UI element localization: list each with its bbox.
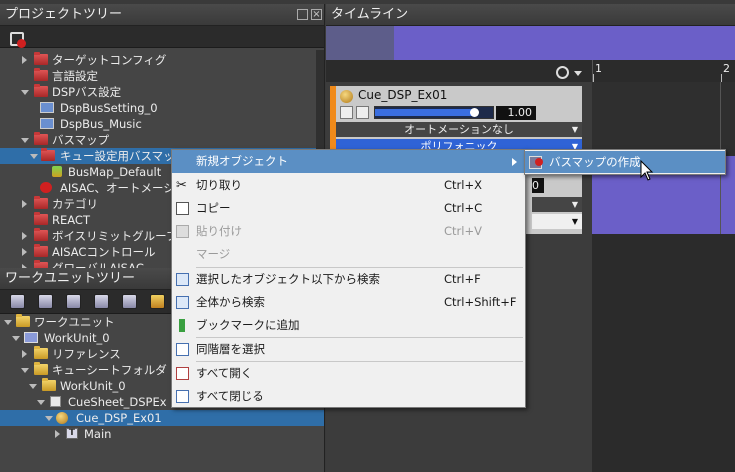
menu-item-expand-all[interactable]: すべて開く <box>172 362 525 385</box>
search-icon <box>176 296 189 309</box>
folder-icon <box>42 378 56 391</box>
collapse-all-icon <box>176 390 189 403</box>
menu-item-copy[interactable]: コピー Ctrl+C <box>172 197 525 220</box>
expand-all-icon <box>176 367 189 380</box>
menu-item-search-all[interactable]: 全体から検索 Ctrl+Shift+F <box>172 291 525 314</box>
submenu-item-create-busmap[interactable]: バスマップの作成 <box>525 151 725 173</box>
folder-icon <box>34 84 48 97</box>
volume-fill <box>375 109 476 116</box>
track-name: Cue_DSP_Ex01 <box>358 88 448 102</box>
timeline-overview[interactable] <box>326 26 735 60</box>
tree-item-dspbussetting[interactable]: DspBusSetting_0 <box>0 100 324 116</box>
folder-icon <box>16 314 30 327</box>
cue-icon <box>340 90 353 103</box>
volume-thumb[interactable] <box>470 108 480 117</box>
tree-item-busmap[interactable]: バスマップ <box>0 132 324 148</box>
new-track-icon[interactable] <box>66 294 81 309</box>
copy-icon <box>176 202 189 215</box>
folder-icon <box>34 212 48 225</box>
tree-item-main-track[interactable]: T Main <box>0 426 324 442</box>
new-block-icon[interactable] <box>150 294 165 309</box>
mouse-cursor-icon <box>640 160 654 181</box>
tree-item-dspbus-music[interactable]: DspBus_Music <box>0 116 324 132</box>
track-icon: T <box>66 428 78 439</box>
menu-item-merge[interactable]: マージ <box>172 243 525 266</box>
volume-value: 1.00 <box>496 106 536 120</box>
paste-icon <box>176 225 189 238</box>
ruler-label-2: 2 <box>723 62 730 75</box>
hierarchy-icon <box>176 343 189 356</box>
menu-item-cut[interactable]: ✂ 切り取り Ctrl+X <box>172 174 525 197</box>
menu-item-select-siblings[interactable]: 同階層を選択 <box>172 338 525 361</box>
folder-icon <box>34 68 48 81</box>
automation-dropdown[interactable]: オートメーションなし ▼ <box>336 122 582 137</box>
menu-item-paste[interactable]: 貼り付け Ctrl+V <box>172 220 525 243</box>
timeline-title: タイムライン <box>326 4 735 26</box>
overview-range[interactable] <box>394 26 735 60</box>
dsp-setting-icon <box>40 102 54 113</box>
solo-button[interactable] <box>356 106 369 119</box>
context-menu: 新規オブジェクト ✂ 切り取り Ctrl+X コピー Ctrl+C 貼り付け Ctrl… <box>171 149 526 408</box>
folder-icon <box>34 196 48 209</box>
folder-icon <box>34 52 48 65</box>
clock-icon[interactable] <box>556 66 569 79</box>
cuesheet-icon <box>50 396 61 407</box>
new-cuesheet-icon[interactable] <box>10 294 25 309</box>
busmap-icon <box>52 166 62 177</box>
project-tree-title: プロジェクトツリー <box>0 4 324 26</box>
clock-dropdown-arrow[interactable] <box>574 71 582 76</box>
scissors-icon: ✂ <box>176 178 187 193</box>
ruler-label-1: 1 <box>595 62 602 75</box>
tree-item-dsp-bus[interactable]: DSPバス設定 <box>0 84 324 100</box>
param-dropdown[interactable]: ▼ <box>532 197 582 212</box>
dsp-setting-icon <box>40 118 54 129</box>
panel-close-icon[interactable]: × <box>311 9 322 20</box>
menu-item-new-object[interactable]: 新規オブジェクト <box>172 150 525 173</box>
project-tree-toolbar <box>0 26 324 48</box>
menu-item-bookmark[interactable]: ブックマークに追加 <box>172 314 525 337</box>
bookmark-icon <box>179 319 185 332</box>
volume-slider[interactable] <box>374 106 494 119</box>
time-ruler[interactable]: 1 2 <box>592 60 735 82</box>
tree-item-language[interactable]: 言語設定 <box>0 68 324 84</box>
folder-icon <box>34 346 48 359</box>
folder-icon <box>41 148 55 161</box>
cue-icon <box>56 412 68 424</box>
menu-item-collapse-all[interactable]: すべて閉じる <box>172 385 525 408</box>
folder-icon <box>34 362 48 375</box>
new-waveform-icon[interactable] <box>94 294 109 309</box>
add-object-icon[interactable] <box>10 32 26 48</box>
panel-float-icon[interactable] <box>297 9 308 20</box>
folder-icon <box>34 132 48 145</box>
submenu: バスマップの作成 <box>524 149 726 175</box>
submenu-arrow-icon <box>512 158 517 166</box>
menu-item-search-below[interactable]: 選択したオブジェクト以下から検索 Ctrl+F <box>172 268 525 291</box>
mute-button[interactable] <box>340 106 353 119</box>
timeline-empty-area <box>592 234 735 472</box>
param-dropdown-2[interactable]: ▼ <box>532 214 582 229</box>
busmap-icon <box>40 182 52 193</box>
param-value[interactable]: 0 <box>532 178 544 193</box>
tree-item-cue[interactable]: Cue_DSP_Ex01 <box>0 410 324 426</box>
search-icon <box>176 273 189 286</box>
new-cue-icon[interactable] <box>38 294 53 309</box>
tree-item-target-config[interactable]: ターゲットコンフィグ <box>0 52 324 68</box>
new-sequence-icon[interactable] <box>122 294 137 309</box>
folder-icon <box>34 228 48 241</box>
folder-icon <box>34 244 48 257</box>
workunit-icon <box>24 332 38 343</box>
